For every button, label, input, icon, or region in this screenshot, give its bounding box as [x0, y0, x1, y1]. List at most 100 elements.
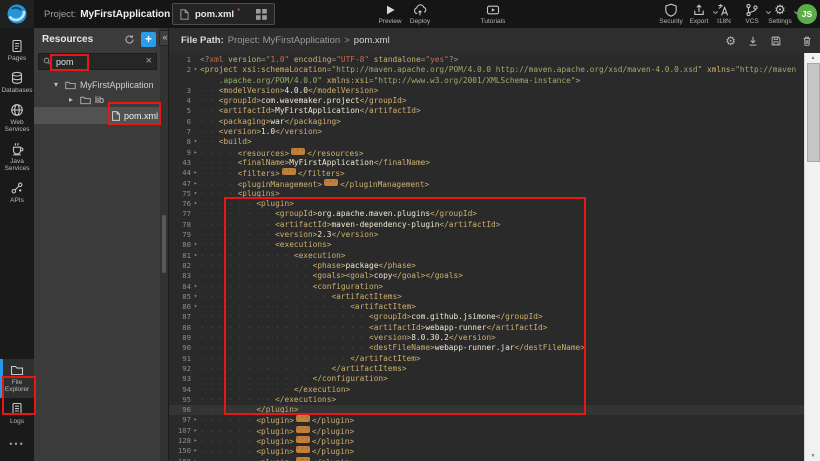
line-number: 83: [169, 271, 191, 281]
search-input[interactable]: [56, 57, 142, 67]
fold-closed-icon[interactable]: ▸: [191, 436, 200, 446]
caret-closed-icon[interactable]: ▸: [69, 95, 76, 104]
tree-item-label: lib: [95, 95, 104, 105]
folder-icon: [80, 95, 91, 105]
line-number: 97: [169, 415, 191, 425]
scroll-down-icon[interactable]: ▼: [805, 451, 820, 461]
pages-label: Pages: [8, 55, 26, 62]
fold-closed-icon[interactable]: ▸: [191, 426, 200, 436]
fold-closed-icon[interactable]: ▸: [191, 415, 200, 425]
user-avatar[interactable]: JS: [797, 4, 817, 24]
code-line-81: 81▾· · · · · · · · · · <execution>: [169, 251, 805, 261]
editor-scrollbar[interactable]: ▲ ▼: [804, 53, 820, 461]
folder-icon: [65, 80, 76, 90]
wavemaker-logo-icon: [6, 3, 28, 25]
caret-open-icon[interactable]: ▾: [54, 80, 61, 89]
fold-closed-icon[interactable]: ▸: [191, 446, 200, 456]
collapsed-fold-badge[interactable]: ···: [324, 179, 338, 186]
editor-settings-gear-icon[interactable]: ⚙: [725, 35, 736, 47]
fold-open-icon[interactable]: ▾: [191, 282, 200, 292]
logs-label: Logs: [10, 418, 24, 425]
tree-item-pom.xml[interactable]: pom.xml: [34, 107, 160, 124]
line-number: 1: [169, 55, 191, 65]
deploy-icon: [413, 3, 427, 16]
fold-open-icon[interactable]: ▾: [191, 292, 200, 302]
sidebar-item-more[interactable]: •••: [0, 430, 34, 457]
fold-open-icon[interactable]: ▾: [191, 189, 200, 199]
left-nav-top: Pages DatabasesWeb ServicesJava ServicesA…: [0, 28, 34, 209]
code-line-93: 93· · · · · · · · · · · · </configuratio…: [169, 374, 805, 384]
wavemaker-ide: Project: MyFirstApplication › pom.xml * …: [0, 0, 820, 461]
sidebar-item-pages[interactable]: Pages: [0, 35, 34, 67]
vcs-label: VCS: [745, 18, 758, 25]
code-line-44: 44▸· · · · <filters>···</filters>: [169, 168, 805, 178]
fold-closed-icon[interactable]: ▸: [191, 179, 200, 189]
download-file-icon[interactable]: [747, 35, 759, 47]
sidebar-item-databases[interactable]: Databases: [0, 67, 34, 99]
fold-open-icon[interactable]: ▾: [191, 251, 200, 261]
topbar-action-tutorials[interactable]: Tutorials: [471, 3, 515, 25]
code-line-5: 5· · <artifactId>MyFirstApplication</art…: [169, 106, 805, 116]
fold-closed-icon[interactable]: ▸: [191, 457, 200, 461]
code-line-2: 2▾<project xsi:schemaLocation="http://ma…: [169, 65, 805, 75]
fold-closed-icon[interactable]: ▸: [191, 148, 200, 158]
resources-panel: Resources + × ▾MyFirstApplication▸libpom…: [34, 28, 160, 461]
code-line-84: 84▾· · · · · · · · · · · · <configuratio…: [169, 282, 805, 292]
code-line-9: 9▸· · · · <resources>···</resources>: [169, 148, 805, 158]
save-file-icon[interactable]: [770, 35, 782, 47]
line-number: 93: [169, 374, 191, 384]
scrollbar-thumb[interactable]: [807, 63, 820, 162]
line-number: 9: [169, 148, 191, 158]
line-number: 6: [169, 117, 191, 127]
more-icon: •••: [9, 434, 24, 452]
file-path-project: Project: MyFirstApplication: [228, 35, 340, 46]
file-icon: [112, 111, 120, 121]
delete-file-icon[interactable]: [801, 35, 813, 47]
sidebar-item-web-services[interactable]: Web Services: [0, 99, 34, 138]
collapsed-fold-badge[interactable]: ···: [296, 436, 310, 443]
line-number: 90: [169, 343, 191, 353]
code-line-77: 77· · · · · · · · <groupId>org.apache.ma…: [169, 209, 805, 219]
tab-pom-xml[interactable]: pom.xml *: [172, 3, 275, 25]
line-number: 81: [169, 251, 191, 261]
scroll-up-icon[interactable]: ▲: [805, 53, 820, 63]
code-editor[interactable]: 1<?xml version="1.0" encoding="UTF-8" st…: [169, 53, 820, 461]
fold-open-icon[interactable]: ▾: [191, 302, 200, 312]
code-line-8: 8▾· · <build>: [169, 137, 805, 147]
left-nav-bottom: File Explorer Logs •••: [0, 359, 34, 461]
collapsed-fold-badge[interactable]: ···: [291, 148, 305, 155]
code-line-107: 107▸· · · · · · <plugin>···</plugin>: [169, 426, 805, 436]
fold-open-icon[interactable]: ▾: [191, 199, 200, 209]
sidebar-item-logs[interactable]: Logs: [0, 398, 34, 430]
collapsed-fold-badge[interactable]: ···: [296, 446, 310, 453]
resources-tree: ▾ MyFirstApplication ▸ lib pom.xml: [34, 77, 160, 124]
fold-open-icon[interactable]: ▾: [191, 65, 200, 75]
add-resource-button[interactable]: +: [141, 32, 156, 47]
collapsed-fold-badge[interactable]: ···: [296, 415, 310, 422]
topbar-action-deploy[interactable]: Deploy: [398, 3, 442, 25]
code-line-169: 169▸· · · · · · <plugin>···</plugin>: [169, 457, 805, 461]
tree-item-MyFirstApplication[interactable]: ▾ MyFirstApplication: [34, 77, 160, 92]
clear-search-icon[interactable]: ×: [146, 56, 152, 67]
editor-area: File Path: Project: MyFirstApplication >…: [168, 28, 820, 461]
code-line-75: 75▾· · · · <plugins>: [169, 189, 805, 199]
tree-item-lib[interactable]: ▸ lib: [34, 92, 160, 107]
fold-closed-icon[interactable]: ▸: [191, 168, 200, 178]
refresh-icon[interactable]: [124, 34, 135, 45]
logs-icon: [10, 402, 24, 416]
collapsed-fold-badge[interactable]: ···: [296, 457, 310, 461]
sidebar-item-java-services[interactable]: Java Services: [0, 138, 34, 177]
grid-view-icon[interactable]: [256, 9, 267, 20]
collapsed-fold-badge[interactable]: ···: [282, 168, 296, 175]
fold-open-icon[interactable]: ▾: [191, 240, 200, 250]
sidebar-item-file-explorer[interactable]: File Explorer: [0, 359, 34, 398]
sidebar-item-apis[interactable]: APIs: [0, 177, 34, 209]
code-line-79: 79· · · · · · · · <version>2.3</version>: [169, 230, 805, 240]
wavemaker-logo[interactable]: [0, 0, 34, 28]
panel-scrollbar-thumb[interactable]: [162, 215, 166, 273]
collapsed-fold-badge[interactable]: ···: [296, 426, 310, 433]
code-line-90: 90· · · · · · · · · · · · · · · · · · <d…: [169, 343, 805, 353]
topbar-action-settings[interactable]: ⚙Settings: [758, 3, 802, 25]
tree-item-label: MyFirstApplication: [80, 80, 154, 90]
fold-open-icon[interactable]: ▾: [191, 137, 200, 147]
